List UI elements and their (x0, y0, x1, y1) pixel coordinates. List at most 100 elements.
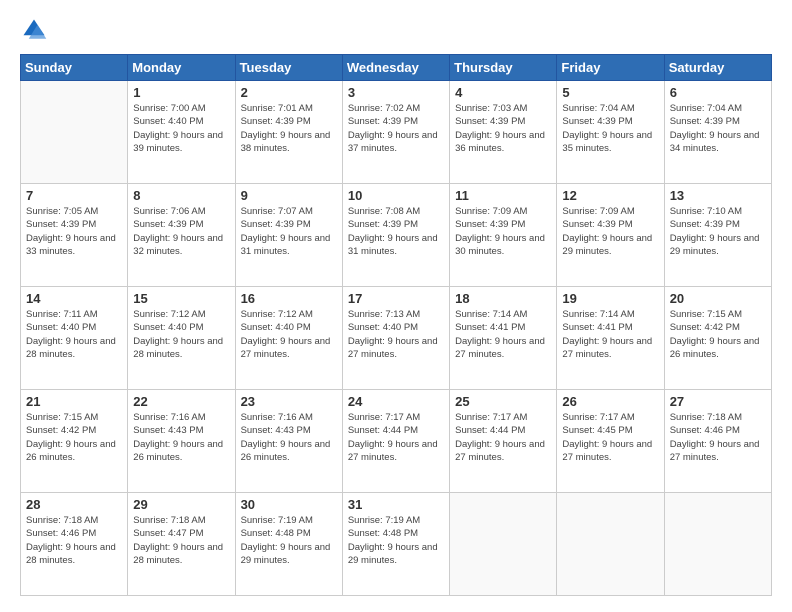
weekday-header-monday: Monday (128, 55, 235, 81)
calendar-cell: 5 Sunrise: 7:04 AM Sunset: 4:39 PM Dayli… (557, 81, 664, 184)
day-number: 5 (562, 85, 658, 100)
calendar-cell: 16 Sunrise: 7:12 AM Sunset: 4:40 PM Dayl… (235, 287, 342, 390)
day-info: Sunrise: 7:07 AM Sunset: 4:39 PM Dayligh… (241, 205, 337, 258)
day-number: 16 (241, 291, 337, 306)
day-info: Sunrise: 7:18 AM Sunset: 4:46 PM Dayligh… (670, 411, 766, 464)
calendar-cell: 18 Sunrise: 7:14 AM Sunset: 4:41 PM Dayl… (450, 287, 557, 390)
calendar-cell: 9 Sunrise: 7:07 AM Sunset: 4:39 PM Dayli… (235, 184, 342, 287)
calendar-cell: 31 Sunrise: 7:19 AM Sunset: 4:48 PM Dayl… (342, 493, 449, 596)
calendar-cell: 26 Sunrise: 7:17 AM Sunset: 4:45 PM Dayl… (557, 390, 664, 493)
logo (20, 16, 52, 44)
calendar-cell: 8 Sunrise: 7:06 AM Sunset: 4:39 PM Dayli… (128, 184, 235, 287)
day-number: 8 (133, 188, 229, 203)
calendar-cell: 3 Sunrise: 7:02 AM Sunset: 4:39 PM Dayli… (342, 81, 449, 184)
day-number: 17 (348, 291, 444, 306)
calendar-cell: 30 Sunrise: 7:19 AM Sunset: 4:48 PM Dayl… (235, 493, 342, 596)
day-number: 26 (562, 394, 658, 409)
day-number: 9 (241, 188, 337, 203)
day-info: Sunrise: 7:09 AM Sunset: 4:39 PM Dayligh… (562, 205, 658, 258)
day-number: 20 (670, 291, 766, 306)
day-number: 31 (348, 497, 444, 512)
calendar-cell: 7 Sunrise: 7:05 AM Sunset: 4:39 PM Dayli… (21, 184, 128, 287)
day-info: Sunrise: 7:16 AM Sunset: 4:43 PM Dayligh… (241, 411, 337, 464)
day-info: Sunrise: 7:04 AM Sunset: 4:39 PM Dayligh… (562, 102, 658, 155)
day-number: 11 (455, 188, 551, 203)
day-number: 12 (562, 188, 658, 203)
day-number: 27 (670, 394, 766, 409)
day-info: Sunrise: 7:09 AM Sunset: 4:39 PM Dayligh… (455, 205, 551, 258)
calendar-week-row: 14 Sunrise: 7:11 AM Sunset: 4:40 PM Dayl… (21, 287, 772, 390)
day-number: 21 (26, 394, 122, 409)
calendar-cell: 22 Sunrise: 7:16 AM Sunset: 4:43 PM Dayl… (128, 390, 235, 493)
day-info: Sunrise: 7:15 AM Sunset: 4:42 PM Dayligh… (26, 411, 122, 464)
day-info: Sunrise: 7:02 AM Sunset: 4:39 PM Dayligh… (348, 102, 444, 155)
calendar-cell: 27 Sunrise: 7:18 AM Sunset: 4:46 PM Dayl… (664, 390, 771, 493)
day-number: 10 (348, 188, 444, 203)
day-number: 14 (26, 291, 122, 306)
day-number: 29 (133, 497, 229, 512)
day-info: Sunrise: 7:14 AM Sunset: 4:41 PM Dayligh… (455, 308, 551, 361)
calendar-cell: 19 Sunrise: 7:14 AM Sunset: 4:41 PM Dayl… (557, 287, 664, 390)
day-info: Sunrise: 7:13 AM Sunset: 4:40 PM Dayligh… (348, 308, 444, 361)
page: SundayMondayTuesdayWednesdayThursdayFrid… (0, 0, 792, 612)
weekday-header-friday: Friday (557, 55, 664, 81)
weekday-header-sunday: Sunday (21, 55, 128, 81)
calendar-cell: 15 Sunrise: 7:12 AM Sunset: 4:40 PM Dayl… (128, 287, 235, 390)
calendar-cell (557, 493, 664, 596)
logo-icon (20, 16, 48, 44)
day-number: 6 (670, 85, 766, 100)
day-info: Sunrise: 7:01 AM Sunset: 4:39 PM Dayligh… (241, 102, 337, 155)
weekday-header-thursday: Thursday (450, 55, 557, 81)
calendar-week-row: 1 Sunrise: 7:00 AM Sunset: 4:40 PM Dayli… (21, 81, 772, 184)
day-number: 2 (241, 85, 337, 100)
calendar-cell: 29 Sunrise: 7:18 AM Sunset: 4:47 PM Dayl… (128, 493, 235, 596)
header (20, 16, 772, 44)
day-info: Sunrise: 7:17 AM Sunset: 4:45 PM Dayligh… (562, 411, 658, 464)
day-number: 28 (26, 497, 122, 512)
calendar-week-row: 21 Sunrise: 7:15 AM Sunset: 4:42 PM Dayl… (21, 390, 772, 493)
calendar-cell: 13 Sunrise: 7:10 AM Sunset: 4:39 PM Dayl… (664, 184, 771, 287)
calendar-cell: 24 Sunrise: 7:17 AM Sunset: 4:44 PM Dayl… (342, 390, 449, 493)
day-number: 24 (348, 394, 444, 409)
calendar-cell: 20 Sunrise: 7:15 AM Sunset: 4:42 PM Dayl… (664, 287, 771, 390)
calendar-cell: 12 Sunrise: 7:09 AM Sunset: 4:39 PM Dayl… (557, 184, 664, 287)
day-number: 13 (670, 188, 766, 203)
calendar-cell: 14 Sunrise: 7:11 AM Sunset: 4:40 PM Dayl… (21, 287, 128, 390)
day-info: Sunrise: 7:12 AM Sunset: 4:40 PM Dayligh… (133, 308, 229, 361)
day-number: 7 (26, 188, 122, 203)
day-info: Sunrise: 7:10 AM Sunset: 4:39 PM Dayligh… (670, 205, 766, 258)
day-number: 25 (455, 394, 551, 409)
day-info: Sunrise: 7:06 AM Sunset: 4:39 PM Dayligh… (133, 205, 229, 258)
day-number: 18 (455, 291, 551, 306)
day-info: Sunrise: 7:17 AM Sunset: 4:44 PM Dayligh… (455, 411, 551, 464)
calendar-cell (21, 81, 128, 184)
calendar-cell: 25 Sunrise: 7:17 AM Sunset: 4:44 PM Dayl… (450, 390, 557, 493)
weekday-header-row: SundayMondayTuesdayWednesdayThursdayFrid… (21, 55, 772, 81)
calendar-cell: 1 Sunrise: 7:00 AM Sunset: 4:40 PM Dayli… (128, 81, 235, 184)
weekday-header-wednesday: Wednesday (342, 55, 449, 81)
day-number: 1 (133, 85, 229, 100)
calendar-cell (450, 493, 557, 596)
day-info: Sunrise: 7:00 AM Sunset: 4:40 PM Dayligh… (133, 102, 229, 155)
day-info: Sunrise: 7:14 AM Sunset: 4:41 PM Dayligh… (562, 308, 658, 361)
weekday-header-tuesday: Tuesday (235, 55, 342, 81)
calendar-cell: 11 Sunrise: 7:09 AM Sunset: 4:39 PM Dayl… (450, 184, 557, 287)
day-info: Sunrise: 7:17 AM Sunset: 4:44 PM Dayligh… (348, 411, 444, 464)
day-info: Sunrise: 7:18 AM Sunset: 4:47 PM Dayligh… (133, 514, 229, 567)
calendar-week-row: 28 Sunrise: 7:18 AM Sunset: 4:46 PM Dayl… (21, 493, 772, 596)
calendar-cell: 28 Sunrise: 7:18 AM Sunset: 4:46 PM Dayl… (21, 493, 128, 596)
day-info: Sunrise: 7:05 AM Sunset: 4:39 PM Dayligh… (26, 205, 122, 258)
calendar-week-row: 7 Sunrise: 7:05 AM Sunset: 4:39 PM Dayli… (21, 184, 772, 287)
calendar-cell: 6 Sunrise: 7:04 AM Sunset: 4:39 PM Dayli… (664, 81, 771, 184)
day-info: Sunrise: 7:08 AM Sunset: 4:39 PM Dayligh… (348, 205, 444, 258)
day-number: 23 (241, 394, 337, 409)
calendar-table: SundayMondayTuesdayWednesdayThursdayFrid… (20, 54, 772, 596)
calendar-cell: 17 Sunrise: 7:13 AM Sunset: 4:40 PM Dayl… (342, 287, 449, 390)
day-info: Sunrise: 7:18 AM Sunset: 4:46 PM Dayligh… (26, 514, 122, 567)
day-number: 22 (133, 394, 229, 409)
day-number: 15 (133, 291, 229, 306)
day-number: 3 (348, 85, 444, 100)
calendar-cell: 2 Sunrise: 7:01 AM Sunset: 4:39 PM Dayli… (235, 81, 342, 184)
day-info: Sunrise: 7:03 AM Sunset: 4:39 PM Dayligh… (455, 102, 551, 155)
day-number: 19 (562, 291, 658, 306)
